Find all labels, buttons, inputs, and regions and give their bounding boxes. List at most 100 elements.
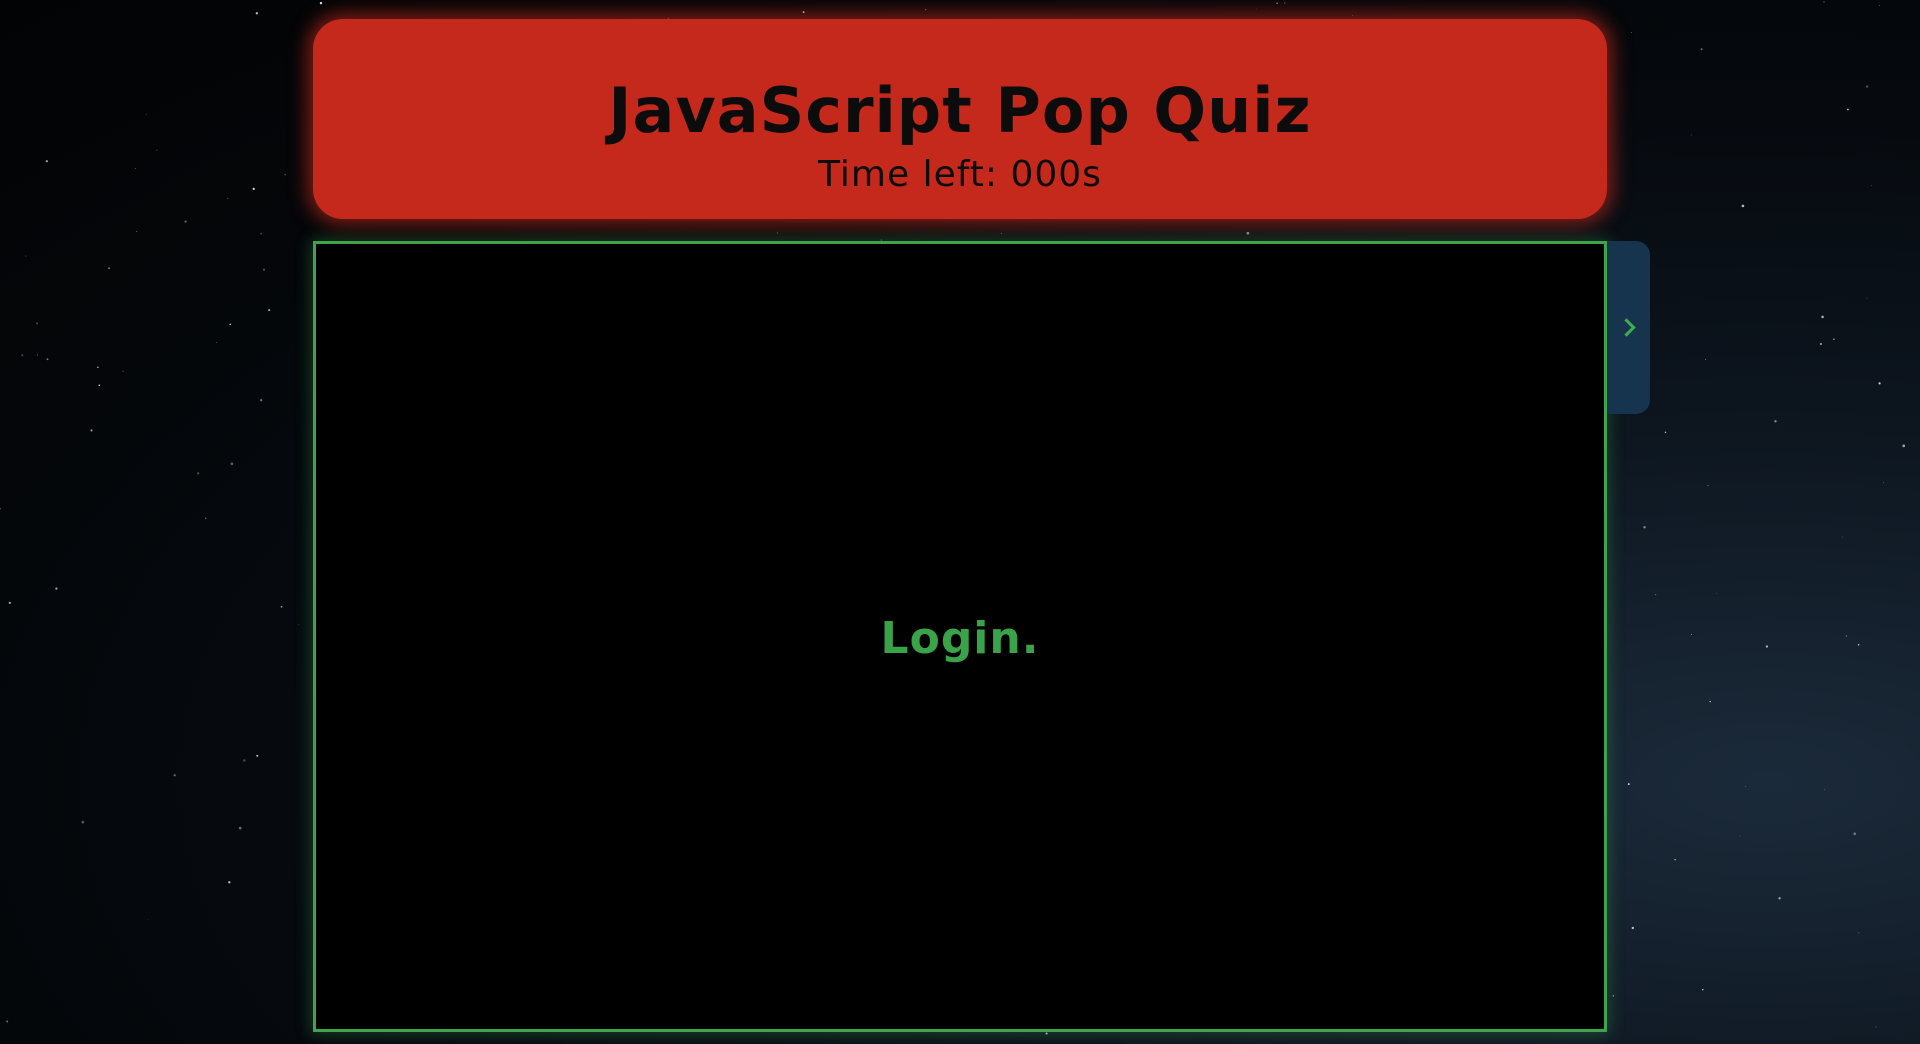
star <box>297 624 299 625</box>
star <box>565 1042 566 1043</box>
star <box>1654 593 1657 596</box>
star <box>1702 988 1704 991</box>
star <box>227 197 229 200</box>
star <box>145 113 147 115</box>
star <box>45 160 48 163</box>
star <box>1741 204 1745 208</box>
star <box>1674 858 1676 861</box>
page-title: JavaScript Pop Quiz <box>608 74 1312 147</box>
star <box>1858 932 1860 934</box>
star <box>1664 431 1667 434</box>
star <box>1631 32 1632 33</box>
star <box>46 358 49 361</box>
star <box>1878 382 1881 385</box>
star <box>1902 444 1906 448</box>
star <box>173 774 176 777</box>
star <box>1870 185 1872 186</box>
star <box>260 232 262 235</box>
star <box>122 370 124 372</box>
star <box>25 255 27 257</box>
star <box>1000 232 1002 234</box>
star <box>256 754 259 757</box>
star <box>1866 297 1868 299</box>
star <box>260 399 263 402</box>
star <box>255 12 258 15</box>
star <box>228 881 231 884</box>
chevron-right-icon <box>1617 318 1636 337</box>
star <box>184 220 187 223</box>
star <box>230 462 234 466</box>
star <box>1643 526 1646 529</box>
star <box>1627 783 1630 786</box>
star <box>776 232 779 234</box>
star <box>802 11 805 14</box>
star <box>262 268 266 271</box>
star <box>1847 108 1849 111</box>
star <box>1276 2 1278 5</box>
star <box>284 174 286 176</box>
star <box>1690 134 1692 136</box>
star <box>135 168 136 170</box>
star <box>1690 633 1692 635</box>
login-link[interactable]: Login. <box>881 613 1040 664</box>
star <box>204 517 207 520</box>
star <box>1875 1026 1877 1028</box>
star <box>136 231 138 233</box>
star <box>147 919 149 921</box>
star <box>97 366 99 368</box>
quiz-header: JavaScript Pop Quiz Time left: 000s <box>313 19 1607 219</box>
star <box>1833 338 1835 340</box>
star <box>1819 342 1822 346</box>
star <box>90 429 93 432</box>
timer-readout: Time left: 000s <box>818 154 1102 195</box>
star <box>156 149 158 151</box>
star <box>1612 995 1615 997</box>
star <box>1823 788 1825 790</box>
star <box>1700 48 1703 51</box>
star <box>1841 536 1843 538</box>
star <box>1823 1 1825 3</box>
star <box>55 587 58 590</box>
star <box>1716 593 1718 594</box>
star <box>1284 2 1286 4</box>
star <box>81 820 85 824</box>
star <box>243 759 246 762</box>
star <box>1865 85 1869 88</box>
quiz-panel: Login. <box>313 241 1607 1032</box>
star <box>215 342 217 344</box>
star <box>229 323 231 326</box>
star <box>1709 700 1711 703</box>
star <box>8 601 11 605</box>
star <box>1707 484 1709 487</box>
star <box>925 9 927 11</box>
star <box>1704 359 1707 361</box>
star <box>0 507 2 510</box>
star <box>268 309 271 312</box>
star <box>1853 832 1857 836</box>
star <box>21 354 24 357</box>
star <box>1256 7 1257 9</box>
star <box>280 605 283 608</box>
star <box>197 472 200 475</box>
star <box>319 1 323 5</box>
star <box>1774 420 1777 423</box>
star <box>1739 835 1741 837</box>
star <box>98 384 101 387</box>
star <box>36 322 38 325</box>
star <box>1765 645 1769 648</box>
star <box>1246 231 1250 235</box>
star <box>1778 897 1781 900</box>
star <box>6 1020 9 1023</box>
star <box>1352 14 1354 16</box>
star <box>1845 635 1848 637</box>
star <box>37 354 39 356</box>
star <box>1045 1032 1048 1035</box>
star <box>108 267 110 269</box>
star <box>1879 4 1881 6</box>
star <box>1821 315 1824 319</box>
star <box>1883 481 1885 483</box>
drawer-toggle-button[interactable] <box>1607 241 1650 414</box>
star <box>1745 785 1747 787</box>
star <box>1857 643 1860 646</box>
star <box>252 187 255 191</box>
